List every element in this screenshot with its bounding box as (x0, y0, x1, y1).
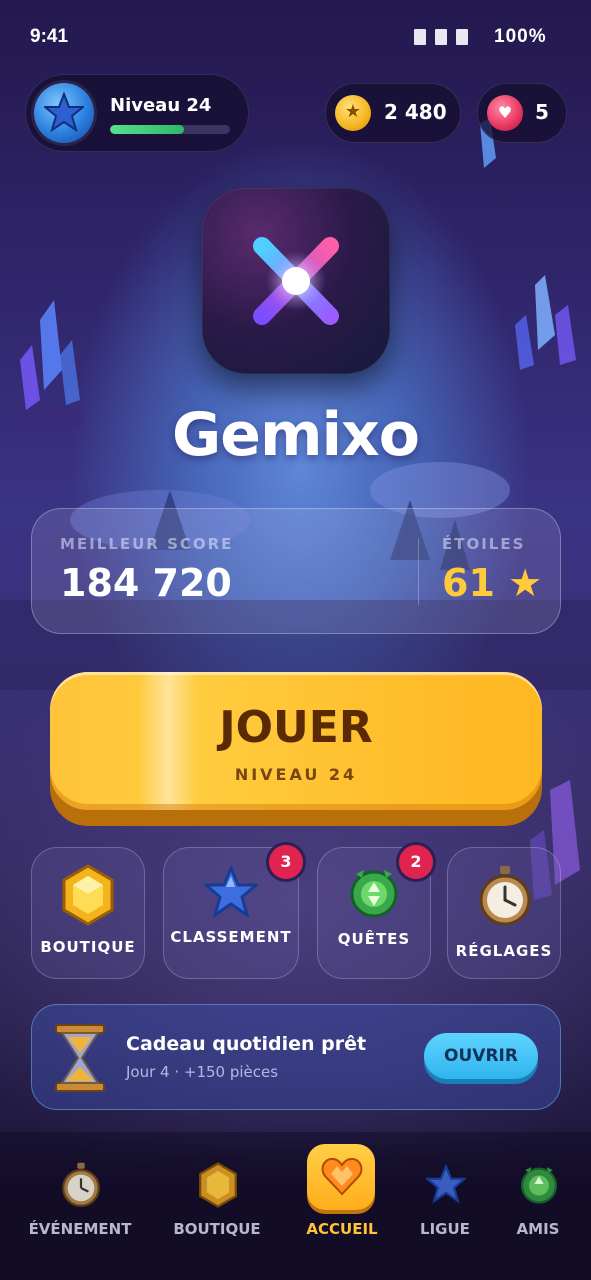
menu-tile-quests[interactable]: QUÊTES 2 (317, 842, 436, 979)
quest-gem-icon (350, 870, 398, 918)
gem-icon (199, 1162, 237, 1208)
stopwatch-icon (479, 866, 531, 926)
notification-badge: 3 (266, 842, 306, 882)
game-title: Gemixo (172, 400, 420, 470)
lives-pill[interactable]: ♥ 5 (477, 83, 567, 143)
star-icon (426, 1164, 466, 1204)
menu-tile-settings[interactable]: RÉGLAGES (447, 847, 561, 979)
heart-icon: ♥ (487, 95, 523, 131)
stars-value: 61 ★ (442, 561, 543, 605)
star-icon (44, 92, 84, 132)
best-score-value: 184 720 (60, 561, 232, 605)
coins-pill[interactable]: ★ 2 480 (325, 83, 461, 143)
stars-label: ÉTOILES (442, 535, 526, 553)
player-level-pill[interactable]: Niveau 24 (25, 74, 249, 152)
stopwatch-icon (62, 1162, 100, 1207)
lives-value: 5 (535, 100, 549, 124)
level-progress-bar (110, 125, 230, 134)
notification-badge: 2 (396, 842, 436, 882)
stats-divider (418, 539, 419, 605)
gem-icon (62, 864, 114, 926)
level-progress-fill (110, 125, 185, 134)
menu-tile-label: RÉGLAGES (455, 942, 553, 960)
open-gift-button[interactable]: OUVRIR (424, 1033, 538, 1079)
level-star-badge (34, 83, 94, 143)
menu-tile-shop[interactable]: BOUTIQUE (31, 847, 145, 979)
nav-label: ACCUEIL (306, 1220, 378, 1238)
nav-item-shop[interactable]: BOUTIQUE (158, 1160, 276, 1250)
nav-item-friends[interactable]: AMIS (479, 1160, 591, 1250)
game-logo-icon (202, 188, 390, 374)
stats-card: MEILLEUR SCORE 184 720 ÉTOILES 61 ★ (31, 508, 561, 634)
crystal-decoration-right (515, 275, 576, 370)
x-logo-icon (253, 237, 339, 325)
menu-tile-label: CLASSEMENT (170, 928, 292, 946)
coin-icon: ★ (335, 95, 371, 131)
nav-label: AMIS (516, 1220, 560, 1238)
level-label: Niveau 24 (110, 95, 212, 116)
play-button-label: JOUER (219, 702, 373, 753)
best-score-label: MEILLEUR SCORE (60, 535, 234, 553)
menu-tile-label: BOUTIQUE (40, 938, 136, 956)
game-home-screen: 9:41 100% Niveau 24 ★ 2 480 ♥ 5 Gemixo M… (0, 0, 591, 1280)
coins-value: 2 480 (384, 100, 447, 124)
status-time: 9:41 (30, 26, 69, 47)
daily-gift-title: Cadeau quotidien prêt (126, 1033, 367, 1055)
battery-percentage: 100% (494, 26, 547, 47)
signal-icon (414, 29, 468, 45)
star-icon (204, 866, 258, 918)
heart-gem-icon (321, 1157, 363, 1196)
menu-tile-leaderboard[interactable]: CLASSEMENT 3 (163, 842, 306, 979)
play-button[interactable]: JOUER NIVEAU 24 (50, 672, 542, 810)
nav-item-event[interactable]: ÉVÉNEMENT (21, 1160, 139, 1250)
play-button-level: NIVEAU 24 (234, 765, 358, 784)
friends-gem-icon (520, 1167, 558, 1204)
daily-gift-subtitle: Jour 4 · +150 pièces (126, 1063, 279, 1081)
hourglass-icon (55, 1024, 105, 1092)
nav-label: BOUTIQUE (173, 1220, 261, 1238)
nav-item-home[interactable]: ACCUEIL (283, 1144, 401, 1250)
daily-gift-card[interactable]: Cadeau quotidien prêt Jour 4 · +150 pièc… (31, 1004, 561, 1110)
menu-tile-label: QUÊTES (337, 930, 411, 948)
nav-label: ÉVÉNEMENT (28, 1220, 132, 1238)
